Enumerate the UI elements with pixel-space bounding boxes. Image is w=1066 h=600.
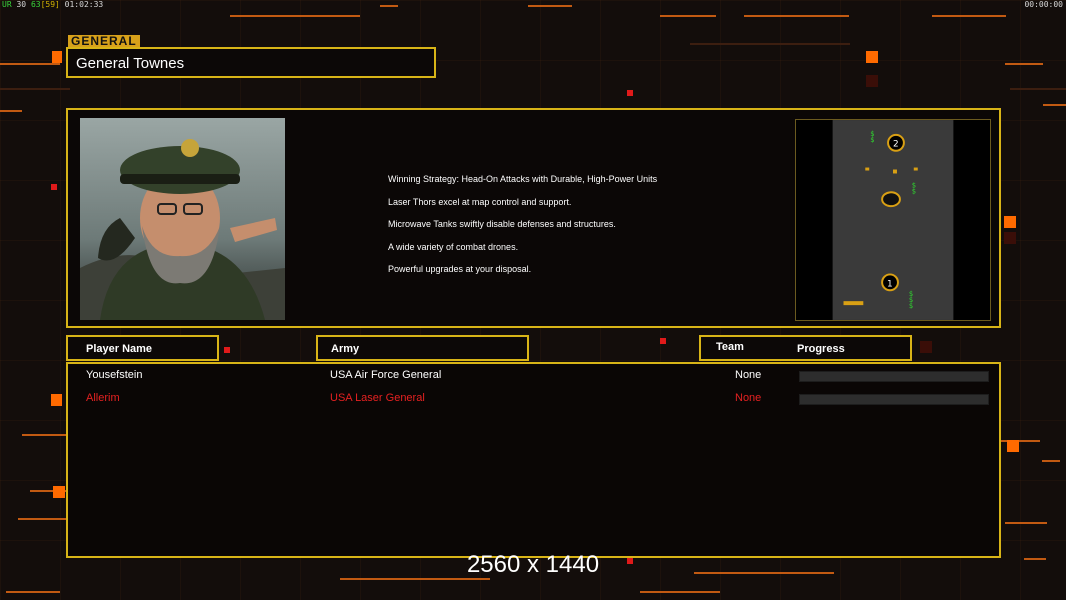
progress-header-label: Progress bbox=[797, 343, 845, 355]
briefing-line: Powerful upgrades at your disposal. bbox=[388, 264, 532, 274]
general-portrait bbox=[80, 118, 285, 320]
loading-progress-bar bbox=[799, 371, 989, 382]
structure-icon bbox=[913, 167, 918, 171]
hud-line bbox=[0, 63, 60, 65]
minimap-image: $ $ $ $ $ $ $ 2 1 bbox=[796, 120, 990, 320]
structure-icon bbox=[843, 301, 864, 306]
hud-square bbox=[53, 486, 65, 498]
player-roster: Yousefstein USA Air Force General None A… bbox=[66, 362, 1001, 558]
hud-line bbox=[230, 15, 360, 17]
fps-value-c: [59] bbox=[40, 0, 60, 9]
hud-line bbox=[1005, 63, 1043, 65]
player-name: Allerim bbox=[86, 392, 120, 404]
hud-line bbox=[1010, 88, 1066, 90]
fps-value-a: 30 bbox=[16, 0, 27, 9]
army-header-label: Army bbox=[331, 343, 360, 355]
briefing-line: Laser Thors excel at map control and sup… bbox=[388, 196, 572, 207]
hud-square bbox=[627, 90, 633, 96]
team-header-label: Team bbox=[716, 341, 744, 353]
hud-line bbox=[660, 15, 716, 17]
hud-square bbox=[1004, 216, 1016, 228]
hud-square bbox=[660, 338, 666, 344]
player-army: USA Laser General bbox=[330, 392, 425, 404]
general-info-panel: Winning Strategy: Head-On Attacks with D… bbox=[66, 108, 1001, 328]
hud-line bbox=[380, 5, 398, 7]
hud-line bbox=[22, 434, 66, 436]
general-name: General Townes bbox=[76, 55, 185, 72]
briefing-line: Winning Strategy: Head-On Attacks with D… bbox=[388, 174, 658, 184]
hud-square bbox=[1007, 440, 1019, 452]
elapsed-time: 01:02:33 bbox=[64, 0, 104, 9]
loading-progress-bar bbox=[799, 394, 989, 405]
hud-square bbox=[866, 75, 878, 87]
supply-icon: $ bbox=[912, 187, 916, 195]
strategy-briefing: Winning Strategy: Head-On Attacks with D… bbox=[388, 168, 657, 281]
hud-line bbox=[1043, 104, 1066, 106]
hud-line bbox=[690, 43, 850, 45]
fps-value-b: 63 bbox=[30, 0, 41, 9]
hud-line bbox=[528, 5, 572, 7]
hud-square bbox=[920, 341, 932, 353]
hud-line bbox=[18, 518, 66, 520]
briefing-line: A wide variety of combat drones. bbox=[388, 241, 519, 252]
army-header: Army bbox=[316, 335, 529, 361]
map-preview[interactable]: $ $ $ $ $ $ $ 2 1 bbox=[795, 119, 991, 321]
start-position-label: 2 bbox=[893, 140, 899, 150]
player-name-header: Player Name bbox=[66, 335, 219, 361]
start-position-label: 1 bbox=[887, 279, 893, 289]
player-team: None bbox=[735, 392, 762, 404]
briefing-line: Microwave Tanks swiftly disable defenses… bbox=[388, 219, 616, 229]
player-row: Allerim USA Laser General None bbox=[68, 392, 999, 408]
player-army: USA Air Force General bbox=[330, 369, 442, 381]
hud-line bbox=[640, 591, 720, 593]
hud-square bbox=[866, 51, 878, 63]
hud-square bbox=[1004, 232, 1016, 244]
game-clock: 00:00:00 bbox=[1024, 0, 1063, 9]
fps-readout: UR 30 63[59] 01:02:33 bbox=[2, 0, 103, 9]
hud-square bbox=[51, 394, 62, 406]
player-team: None bbox=[735, 369, 762, 381]
hud-line bbox=[1000, 440, 1040, 442]
player-name-header-label: Player Name bbox=[86, 343, 153, 355]
portrait-image bbox=[80, 118, 285, 320]
hud-line bbox=[0, 110, 22, 112]
player-row: Yousefstein USA Air Force General None bbox=[68, 369, 999, 385]
hud-square bbox=[52, 51, 62, 63]
hud-line bbox=[1005, 522, 1047, 524]
hud-line bbox=[6, 591, 60, 593]
structure-icon bbox=[893, 169, 897, 174]
resolution-overlay: 2560 x 1440 bbox=[466, 551, 600, 578]
general-title-box: General Townes bbox=[66, 47, 436, 78]
hud-square bbox=[224, 347, 230, 353]
hud-line bbox=[932, 15, 1006, 17]
hud-square bbox=[51, 184, 57, 190]
hud-line bbox=[0, 88, 70, 90]
player-name: Yousefstein bbox=[86, 369, 143, 381]
fps-prefix: UR bbox=[2, 0, 12, 9]
supply-icon: $ bbox=[870, 136, 874, 144]
hud-line bbox=[744, 15, 849, 17]
team-progress-header: Team Progress bbox=[699, 335, 912, 361]
hud-line bbox=[1042, 460, 1060, 462]
structure-icon bbox=[865, 167, 870, 171]
supply-icon: $ bbox=[909, 302, 913, 310]
map-landmark bbox=[881, 191, 901, 208]
